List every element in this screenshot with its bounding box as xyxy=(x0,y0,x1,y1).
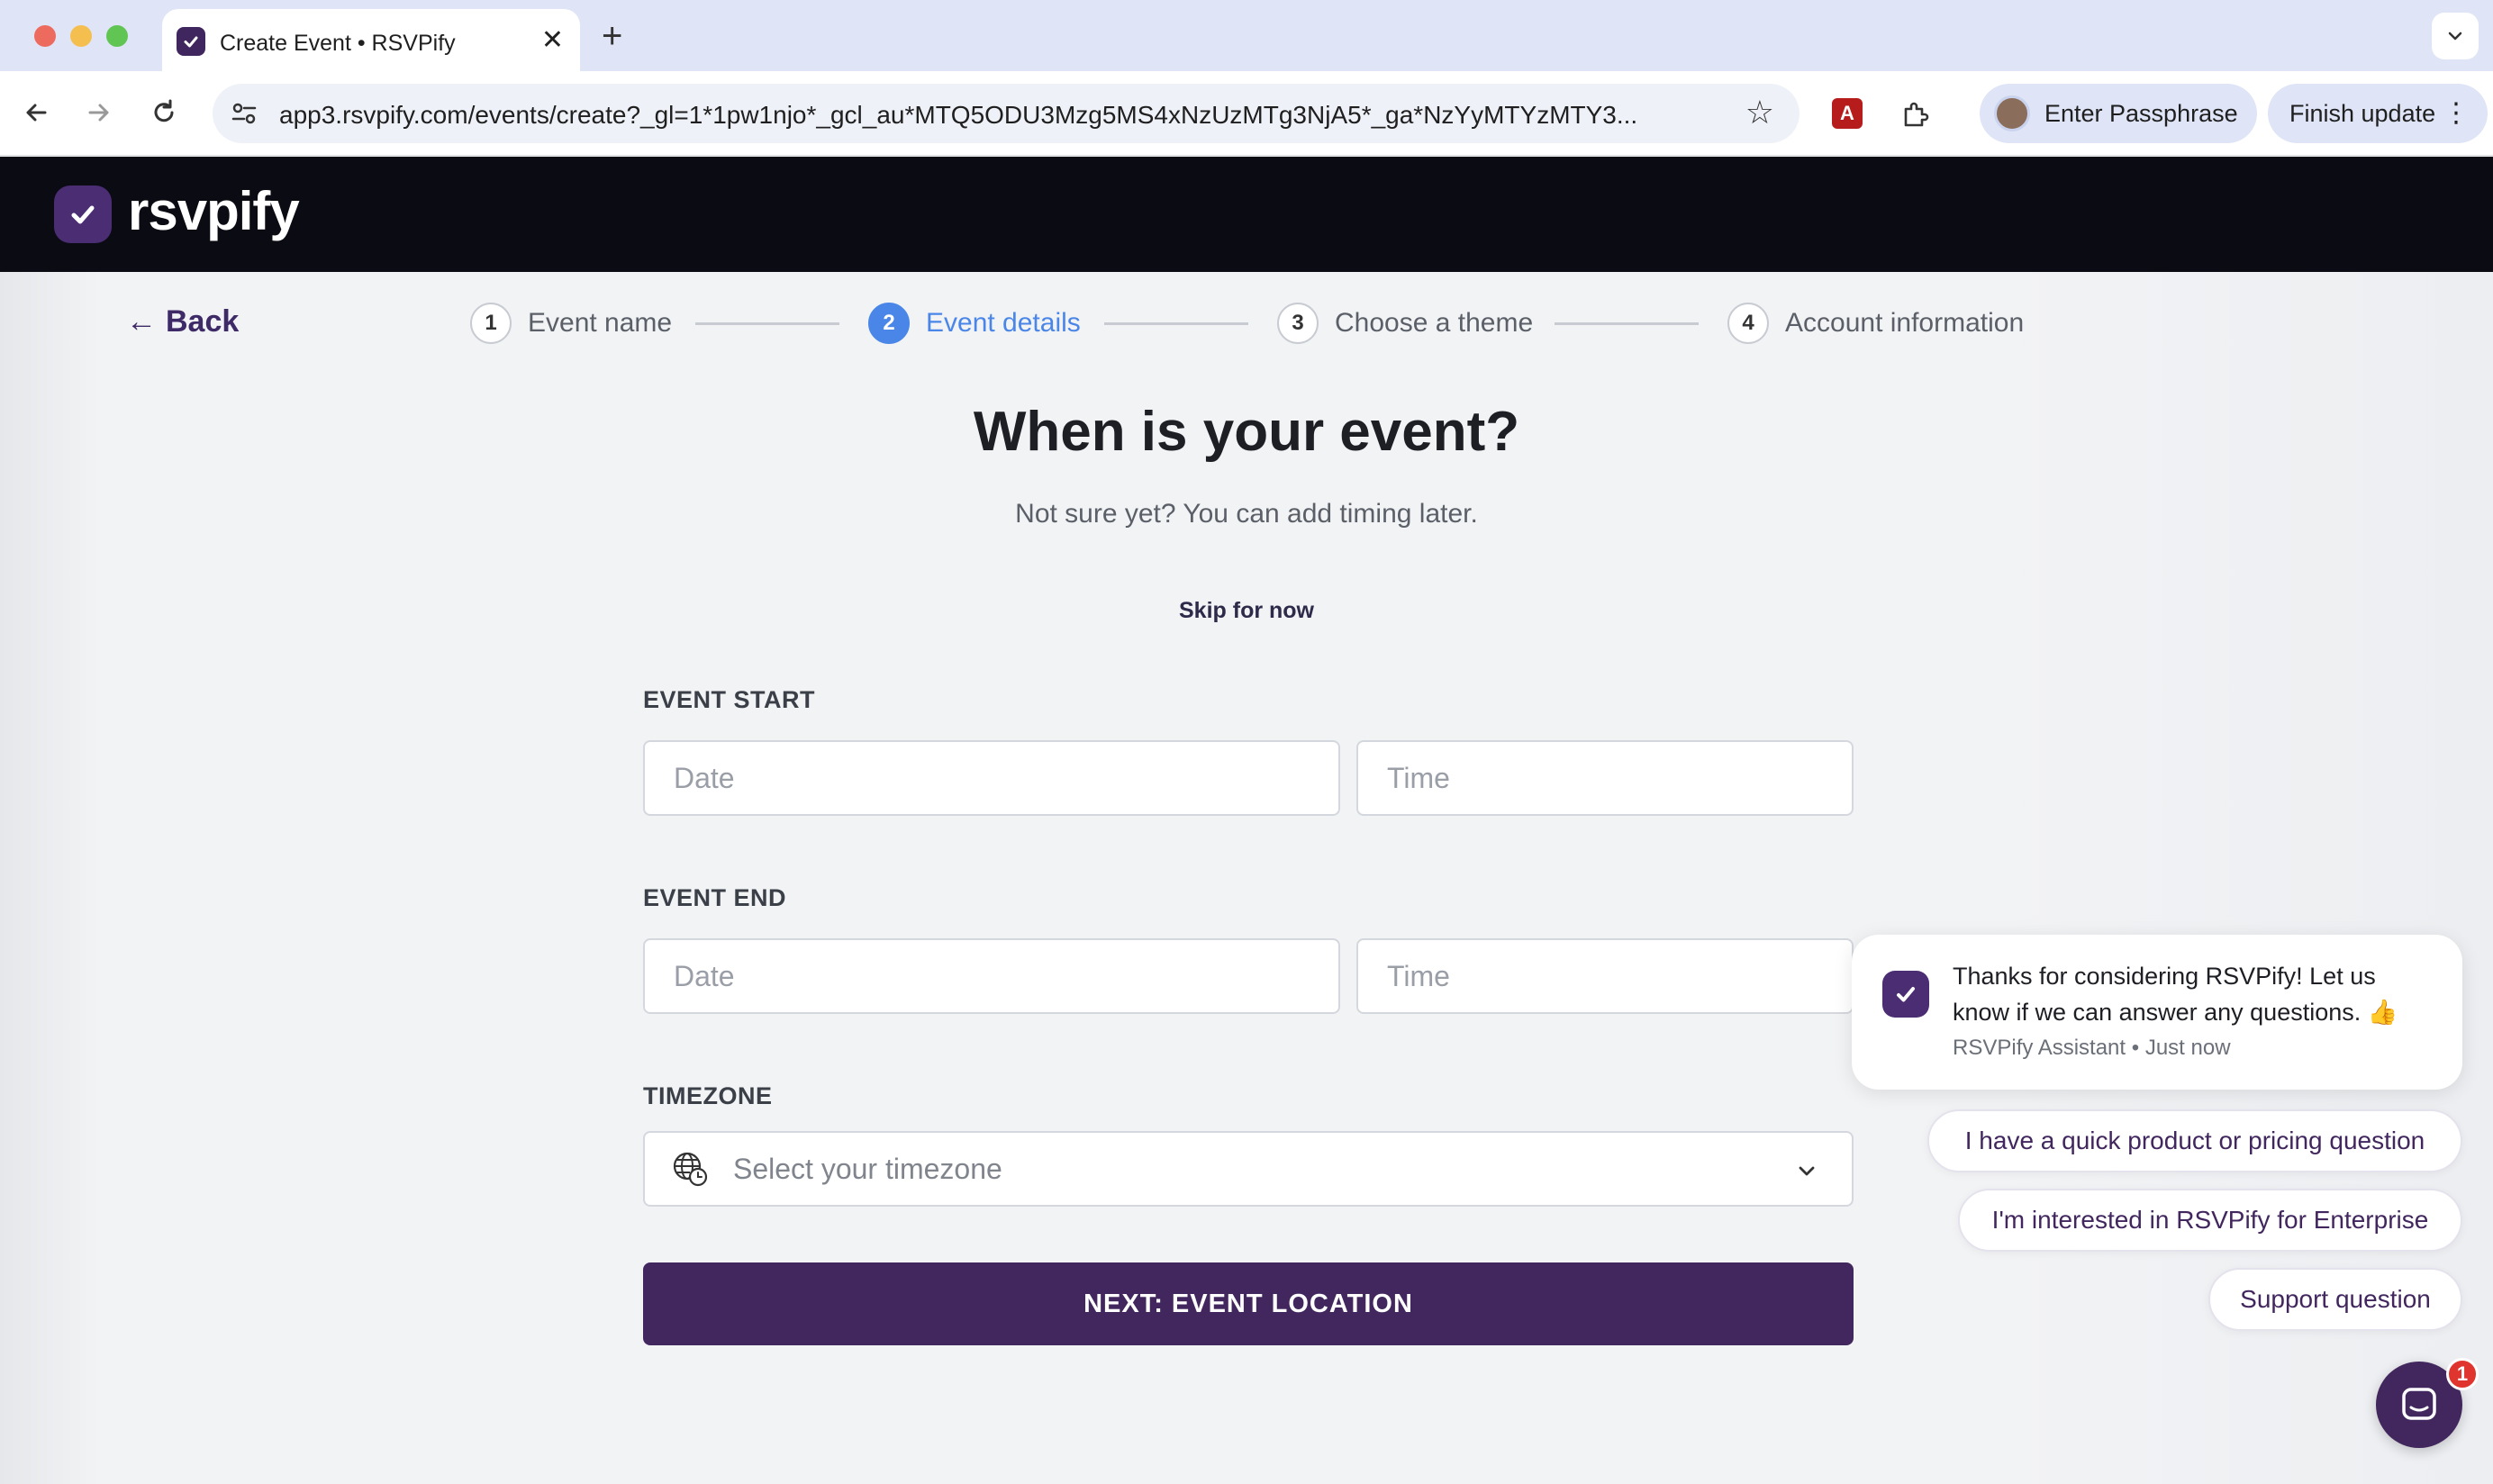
globe-clock-icon xyxy=(673,1152,708,1187)
timezone-select[interactable]: Select your timezone xyxy=(643,1131,1854,1207)
finish-update-chip[interactable]: Finish update ⋮ xyxy=(2268,84,2488,143)
tab-close-icon[interactable]: ✕ xyxy=(541,25,564,56)
assistant-avatar-icon xyxy=(1882,971,1929,1018)
step-1-circle: 1 xyxy=(470,303,512,344)
chevron-down-icon xyxy=(2448,32,2462,41)
profile-chip-label: Enter Passphrase xyxy=(2044,99,2238,127)
page-subtitle: Not sure yet? You can add timing later. xyxy=(1015,499,1478,529)
back-arrow-icon: ← xyxy=(126,304,157,339)
tab-search-button[interactable] xyxy=(2432,13,2479,59)
step-2-circle: 2 xyxy=(868,303,910,344)
step-4-label: Account information xyxy=(1785,308,2025,338)
main-content: ← Back 1 Event name 2 Event details 3 Ch… xyxy=(0,272,2493,1484)
window-minimize-button[interactable] xyxy=(70,25,92,47)
chevron-down-icon xyxy=(1799,1166,1815,1176)
step-connector xyxy=(1555,322,1699,325)
step-3-circle: 3 xyxy=(1277,303,1319,344)
timezone-placeholder: Select your timezone xyxy=(733,1152,1002,1185)
unread-badge: 1 xyxy=(2446,1358,2479,1390)
step-2-label: Event details xyxy=(926,308,1081,338)
address-bar[interactable]: app3.rsvpify.com/events/create?_gl=1*1pw… xyxy=(213,84,1799,143)
new-tab-button[interactable]: + xyxy=(602,16,622,56)
chat-message-bubble[interactable]: Thanks for considering RSVPify! Let us k… xyxy=(1852,935,2462,1090)
chat-time: Just now xyxy=(2144,1036,2231,1060)
event-start-date-input[interactable]: Date xyxy=(643,740,1340,816)
timezone-label: TIMEZONE xyxy=(643,1082,773,1109)
browser-tab-bar: Create Event • RSVPify ✕ + xyxy=(0,0,2493,71)
more-menu-icon[interactable]: ⋮ xyxy=(2443,96,2470,131)
skip-for-now-link: Skip for now xyxy=(0,598,2493,624)
tab-title: Create Event • RSVPify xyxy=(220,31,456,56)
chat-icon xyxy=(2402,1388,2436,1420)
url-text[interactable]: app3.rsvpify.com/events/create?_gl=1*1pw… xyxy=(279,101,1637,130)
profile-avatar xyxy=(1994,95,2030,131)
finish-update-label: Finish update xyxy=(2289,99,2436,127)
quick-reply-support[interactable]: Support question xyxy=(2208,1268,2462,1331)
window-zoom-button[interactable] xyxy=(106,25,128,47)
back-label: Back xyxy=(166,304,240,339)
event-start-time-input[interactable]: Time xyxy=(1356,740,1854,816)
event-end-time-input[interactable]: Time xyxy=(1356,938,1854,1014)
chat-message-text: Thanks for considering RSVPify! Let us k… xyxy=(1953,963,2398,1026)
app-header: rsvpify xyxy=(0,157,2493,272)
step-4-circle: 4 xyxy=(1727,303,1769,344)
browser-toolbar: app3.rsvpify.com/events/create?_gl=1*1pw… xyxy=(0,71,2493,156)
reload-icon[interactable] xyxy=(144,93,184,132)
logo-text[interactable]: rsvpify xyxy=(128,180,300,242)
quick-reply-pricing[interactable]: I have a quick product or pricing questi… xyxy=(1927,1109,2462,1172)
bookmark-star-icon[interactable]: ☆ xyxy=(1745,95,1774,131)
skip-for-now-button[interactable]: Skip for now xyxy=(1179,598,1314,623)
step-3-label: Choose a theme xyxy=(1335,308,1534,338)
back-icon[interactable] xyxy=(16,93,56,132)
forward-icon[interactable] xyxy=(79,93,119,132)
chat-sender: RSVPify Assistant xyxy=(1953,1036,2126,1060)
rsvpify-favicon-icon xyxy=(177,27,205,56)
event-end-label: EVENT END xyxy=(643,884,787,911)
profile-passphrase-chip[interactable]: Enter Passphrase xyxy=(1980,84,2257,143)
chat-message-meta: RSVPify Assistant • Just now xyxy=(1953,1036,2231,1061)
next-event-location-button[interactable]: NEXT: EVENT LOCATION xyxy=(643,1262,1854,1345)
back-link[interactable]: ← Back xyxy=(126,304,239,339)
quick-reply-enterprise[interactable]: I'm interested in RSVPify for Enterprise xyxy=(1958,1189,2462,1252)
step-connector xyxy=(1104,322,1248,325)
rsvpify-logo-icon[interactable] xyxy=(54,186,112,243)
chat-meta-separator: • xyxy=(2131,1036,2140,1060)
event-end-date-input[interactable]: Date xyxy=(643,938,1340,1014)
site-settings-icon[interactable] xyxy=(229,98,259,129)
page-title: When is your event? xyxy=(973,401,1520,463)
browser-tab-active[interactable]: Create Event • RSVPify ✕ xyxy=(162,9,580,71)
extensions-puzzle-icon[interactable] xyxy=(1895,95,1935,134)
step-connector xyxy=(695,322,839,325)
window-close-button[interactable] xyxy=(34,25,56,47)
event-start-label: EVENT START xyxy=(643,686,816,713)
step-1-label: Event name xyxy=(528,308,673,338)
pdf-extension-icon[interactable]: A xyxy=(1832,98,1863,129)
